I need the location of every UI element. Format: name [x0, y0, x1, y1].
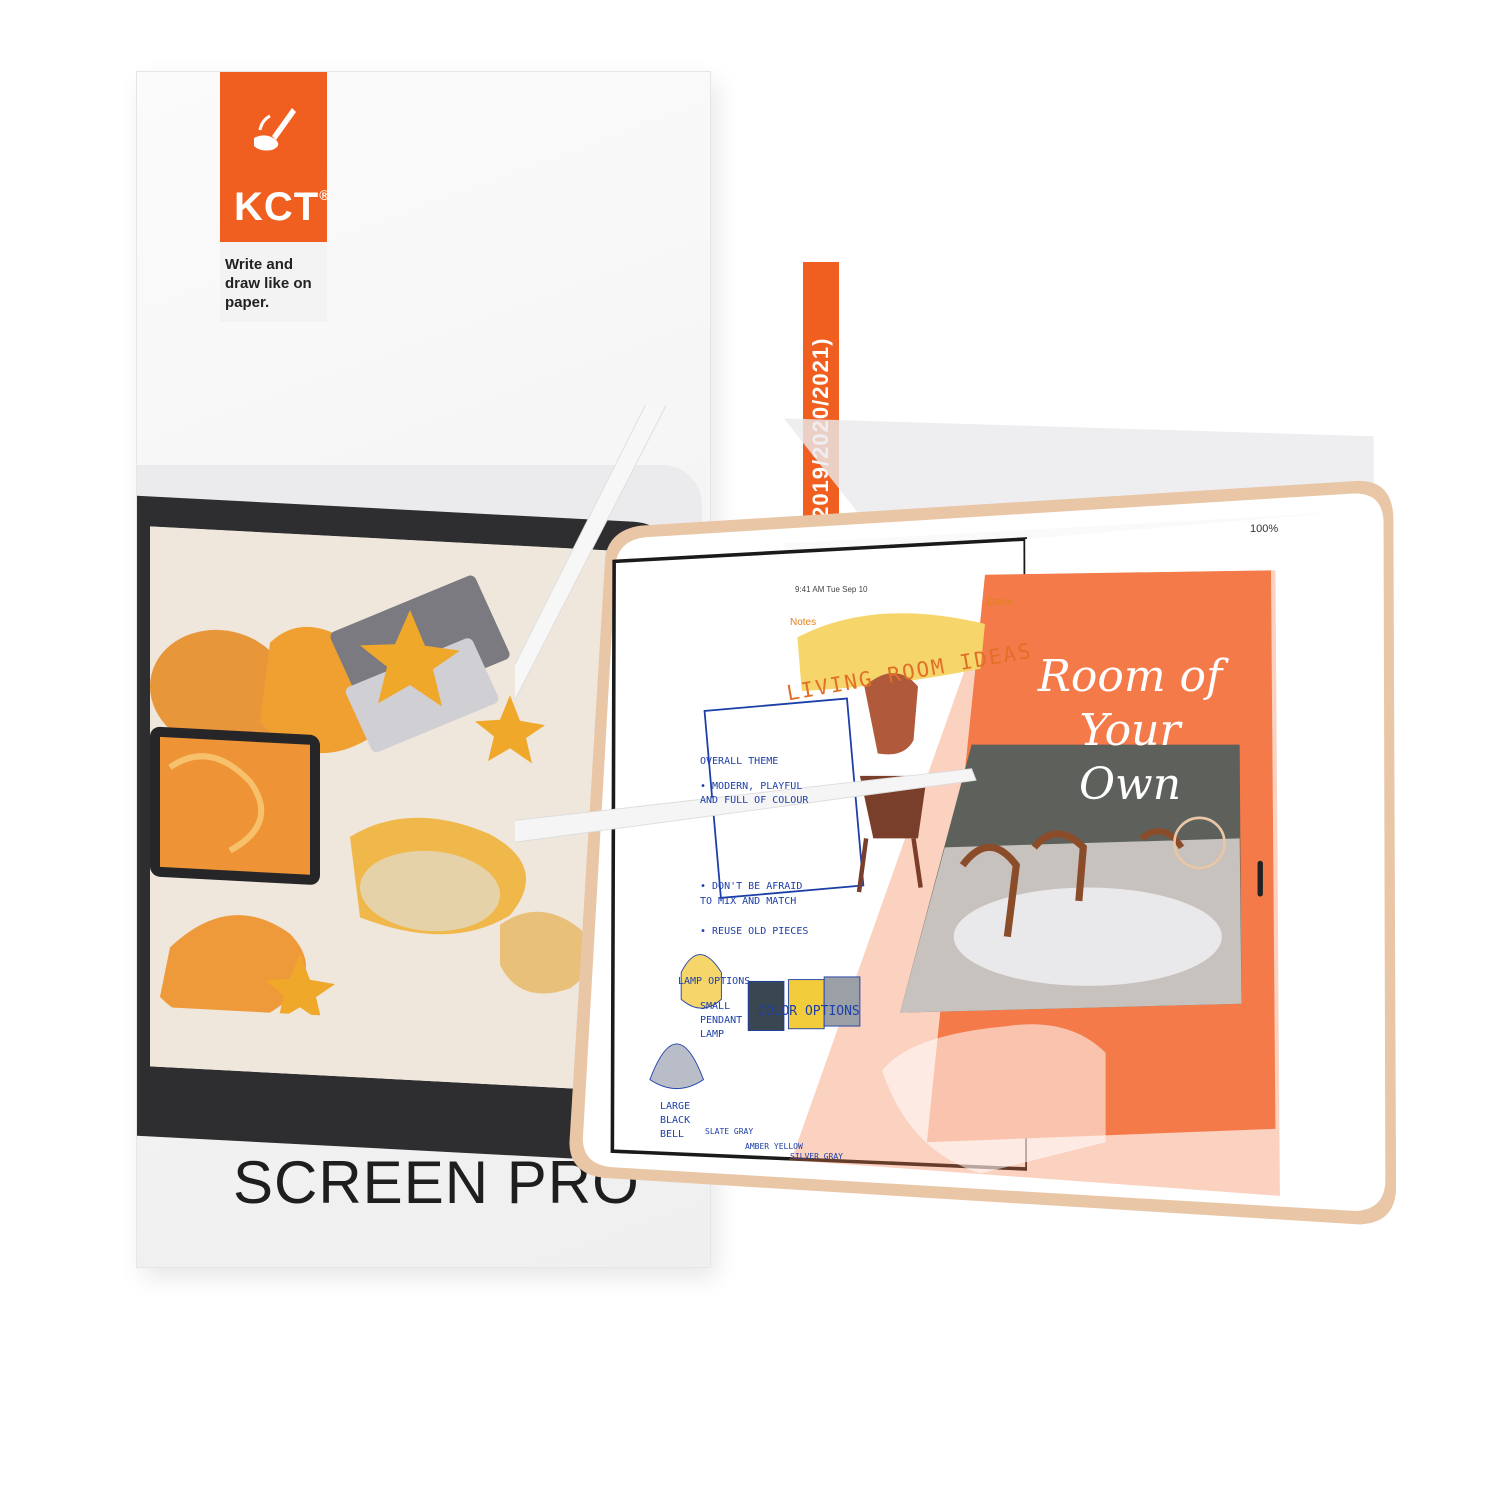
magazine-footer-right: Edition 1.0 [1040, 1285, 1083, 1295]
notes-box-title: OVERALL THEME [700, 756, 779, 767]
brand-tagline: Write and draw like on paper. [225, 256, 312, 311]
notes-color-title: COLOR OPTIONS [758, 1004, 860, 1019]
notes-lamp-line: LARGE [660, 1101, 691, 1112]
notes-color-label: SILVER GRAY [790, 1152, 843, 1161]
notes-back-button[interactable]: Notes [790, 617, 816, 628]
brand-logo: KCT® [220, 72, 330, 242]
notes-lamp-line: BELL [660, 1129, 685, 1140]
notes-done-button[interactable]: Done [987, 596, 1013, 608]
notes-color-label: SLATE GRAY [705, 1127, 754, 1136]
magazine-title-line: Room of [1037, 651, 1223, 702]
notes-box-line: AND FULL OF COLOUR [700, 795, 809, 806]
notes-lamp-line: BLACK [660, 1115, 691, 1126]
status-battery: 100% [1250, 523, 1279, 535]
notes-lamp-title: LAMP OPTIONS [678, 976, 751, 987]
magazine-title: Room of Your Own [1030, 650, 1230, 812]
ipad-tablet [515, 405, 1397, 1225]
brand-name: KCT® [234, 185, 331, 229]
notes-box-line: TO MIX AND MATCH [700, 896, 797, 907]
brush-icon [254, 108, 296, 151]
notes-box-line: • REUSE OLD PIECES [700, 926, 809, 937]
magazine-footer-left: Interior Motives [800, 1265, 862, 1275]
notes-lamp-line: PENDANT [700, 1015, 743, 1026]
magazine-title-line: Your Own [1078, 705, 1182, 810]
notes-box-line: • DON'T BE AFRAID [700, 881, 803, 892]
notes-box-line: • MODERN, PLAYFUL [700, 781, 803, 792]
notes-lamp-line: LAMP [700, 1029, 725, 1040]
notes-lamp-line: SMALL [700, 1001, 731, 1012]
notes-time: 9:41 AM Tue Sep 10 [795, 585, 868, 594]
